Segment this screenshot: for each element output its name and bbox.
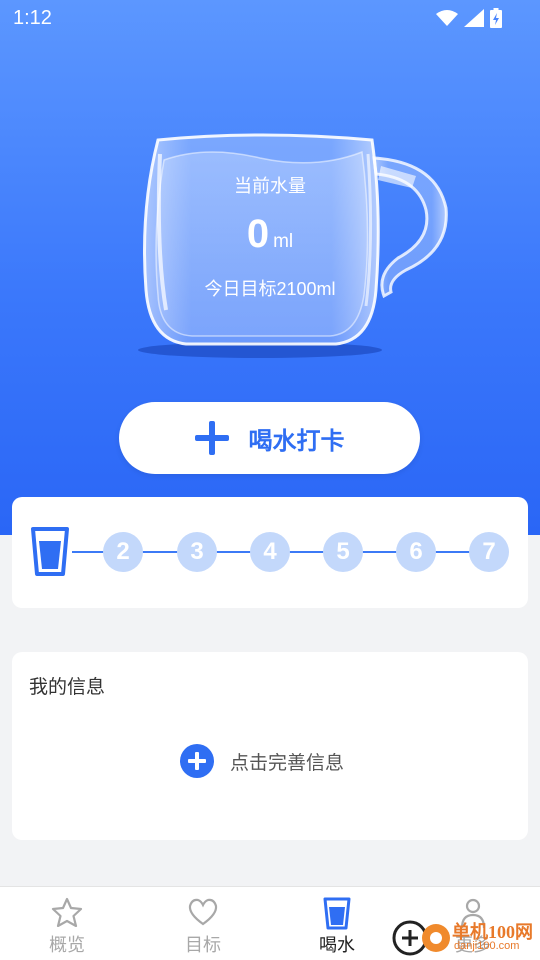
- wifi-icon: [436, 10, 458, 26]
- complete-info-label: 点击完善信息: [230, 751, 345, 774]
- my-info-card: 我的信息 点击完善信息: [12, 652, 528, 840]
- current-water-amount: 0 ml: [150, 212, 390, 257]
- tab-overview[interactable]: 概览: [27, 897, 107, 957]
- day-circle-3[interactable]: 3: [177, 532, 217, 572]
- tab-drink-label: 喝水: [319, 935, 355, 956]
- drink-checkin-label: 喝水打卡: [248, 426, 345, 455]
- water-amount-value: 0: [246, 212, 270, 256]
- tab-overview-label: 概览: [49, 935, 85, 956]
- battery-icon: [490, 8, 502, 28]
- complete-info-button[interactable]: 点击完善信息: [180, 744, 344, 778]
- day-circle-5[interactable]: 5: [323, 532, 363, 572]
- star-icon: [51, 897, 83, 927]
- tab-drink[interactable]: 喝水: [297, 897, 377, 957]
- watermark-logo: 单机100网 danji100.com: [390, 912, 540, 960]
- tab-goal[interactable]: 目标: [163, 897, 243, 957]
- status-time: 1:12: [13, 7, 52, 29]
- drink-checkin-button[interactable]: 喝水打卡: [119, 402, 420, 474]
- water-cup-icon: [323, 897, 351, 930]
- daily-goal-text: 今日目标2100ml: [204, 279, 336, 299]
- weekly-progress-card: 2 3 4 5 6 7: [12, 497, 528, 608]
- watermark-icon: [392, 920, 450, 956]
- watermark-subtext: danji100.com: [454, 940, 520, 952]
- day-1-cup-icon[interactable]: [30, 526, 70, 578]
- day-circle-2[interactable]: 2: [103, 532, 143, 572]
- water-amount-unit: ml: [273, 231, 294, 252]
- day-circle-4[interactable]: 4: [250, 532, 290, 572]
- heart-icon: [188, 898, 218, 926]
- plus-icon: [194, 421, 229, 455]
- status-icons: [436, 8, 502, 28]
- day-circle-7[interactable]: 7: [469, 532, 509, 572]
- current-water-label: 当前水量: [234, 176, 306, 196]
- my-info-title: 我的信息: [29, 676, 106, 698]
- day-circle-6[interactable]: 6: [396, 532, 436, 572]
- signal-icon: [464, 9, 484, 27]
- tab-goal-label: 目标: [185, 935, 221, 956]
- add-circle-icon: [180, 744, 214, 778]
- status-bar: 1:12: [0, 0, 540, 36]
